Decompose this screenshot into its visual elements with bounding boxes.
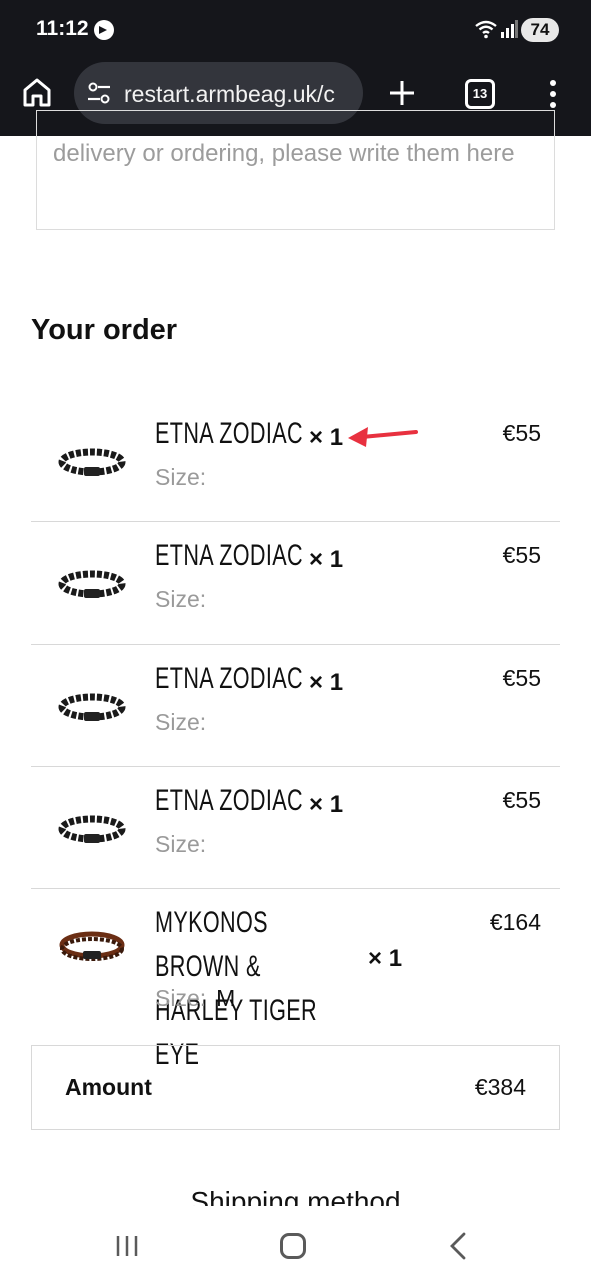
qty-prefix: × <box>309 669 324 696</box>
qty-prefix: × <box>309 424 324 451</box>
system-nav-bar <box>0 1206 591 1280</box>
home-icon[interactable] <box>20 75 54 109</box>
order-item: ETNA ZODIAC × 1 €55 Size: <box>31 645 560 767</box>
black-bead-bracelet-thumbnail <box>57 811 127 847</box>
black-bead-bracelet-thumbnail <box>57 689 127 725</box>
item-size: Size: <box>155 709 216 736</box>
size-label: Size: <box>155 586 207 612</box>
size-label: Size: <box>155 464 207 490</box>
annotation-arrow-icon <box>348 427 418 447</box>
qty-value: 1 <box>388 945 403 972</box>
order-total-box: Amount €384 <box>31 1045 560 1130</box>
order-notes-placeholder: delivery or ordering, please write them … <box>53 140 515 167</box>
new-tab-icon[interactable] <box>386 77 418 109</box>
recent-apps-icon[interactable] <box>115 1234 139 1258</box>
battery-indicator: 74 <box>521 18 559 42</box>
url-text[interactable]: restart.armbeag.uk/c <box>124 81 356 108</box>
order-notes-textarea[interactable]: delivery or ordering, please write them … <box>36 110 555 230</box>
item-name: ETNA ZODIAC <box>155 539 303 572</box>
order-items-list: ETNA ZODIAC × 1 €55 Size: ETNA ZODIAC × … <box>31 400 560 1071</box>
qty-value: 1 <box>329 546 344 573</box>
item-quantity: × 1 <box>368 945 402 973</box>
item-size: Size: <box>155 586 216 613</box>
more-options-icon[interactable] <box>548 79 558 109</box>
item-price: €55 <box>502 420 541 446</box>
item-price: €55 <box>502 542 541 568</box>
item-name: ETNA ZODIAC <box>155 417 303 450</box>
qty-prefix: × <box>309 546 324 573</box>
item-size: Size: <box>155 831 216 858</box>
amount-label: Amount <box>65 1074 152 1100</box>
qty-value: 1 <box>329 791 344 818</box>
qty-prefix: × <box>368 945 383 972</box>
status-time: 11:12 <box>36 17 89 40</box>
item-quantity: × 1 <box>309 424 343 452</box>
qty-value: 1 <box>329 424 344 451</box>
item-name: ETNA ZODIAC <box>155 662 303 695</box>
item-price: €55 <box>502 665 541 691</box>
item-price: €164 <box>489 909 541 935</box>
amount-value: €384 <box>474 1074 526 1100</box>
item-size: Size: M <box>155 985 235 1012</box>
item-quantity: × 1 <box>309 791 343 819</box>
brown-leather-bracelet-thumbnail <box>57 929 127 965</box>
size-label: Size: <box>155 985 207 1011</box>
wifi-icon <box>475 20 497 39</box>
item-price: €55 <box>502 787 541 813</box>
tab-switcher-button[interactable]: 13 <box>465 79 495 109</box>
item-quantity: × 1 <box>309 546 343 574</box>
site-settings-icon[interactable] <box>86 80 112 106</box>
order-item: ETNA ZODIAC × 1 €55 Size: <box>31 767 560 889</box>
your-order-heading: Your order <box>31 314 178 346</box>
size-label: Size: <box>155 709 207 735</box>
back-icon[interactable] <box>447 1232 469 1260</box>
home-button-icon[interactable] <box>280 1233 306 1259</box>
signal-icon <box>501 20 518 38</box>
size-value: M <box>216 985 236 1011</box>
item-quantity: × 1 <box>309 669 343 697</box>
qty-prefix: × <box>309 791 324 818</box>
black-bead-bracelet-thumbnail <box>57 444 127 480</box>
item-name: ETNA ZODIAC <box>155 784 303 817</box>
order-item: ETNA ZODIAC × 1 €55 Size: <box>31 522 560 645</box>
order-item: ETNA ZODIAC × 1 €55 Size: <box>31 400 560 522</box>
navigation-notification-icon <box>94 20 114 40</box>
order-item: MYKONOS BROWN & HARLEY TIGER EYE × 1 €16… <box>31 889 560 1071</box>
black-bead-bracelet-thumbnail <box>57 566 127 602</box>
qty-value: 1 <box>329 669 344 696</box>
status-bar: 11:12 74 <box>0 0 591 62</box>
size-label: Size: <box>155 831 207 857</box>
item-size: Size: <box>155 464 216 491</box>
